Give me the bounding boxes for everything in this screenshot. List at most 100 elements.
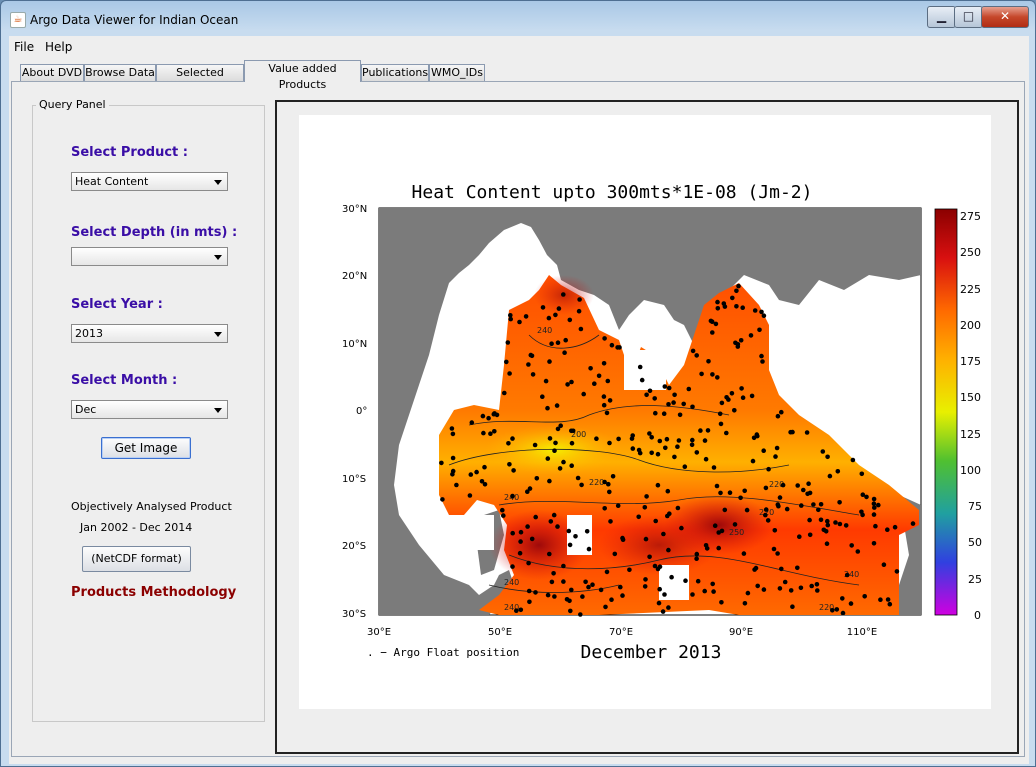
client-area: File Help About DVD Browse Data Selected…: [9, 36, 1029, 764]
select-year-label: Select Year :: [71, 297, 163, 312]
chevron-down-icon: [214, 332, 222, 337]
float-position-dot: [577, 297, 582, 302]
float-position-dot: [835, 469, 841, 474]
float-position-dot: [718, 421, 724, 427]
tab-value-added-products[interactable]: Value added Products: [244, 60, 361, 91]
float-position-dot: [518, 607, 524, 613]
float-position-dot: [760, 359, 765, 364]
float-position-dot: [527, 486, 533, 491]
product-select[interactable]: Heat Content: [71, 172, 228, 191]
float-position-dot: [797, 534, 802, 539]
menu-help[interactable]: Help: [45, 40, 72, 54]
tab-publications[interactable]: Publications: [361, 64, 429, 81]
float-position-dot: [871, 501, 877, 507]
float-position-dot: [694, 353, 699, 358]
float-position-dot: [763, 485, 769, 491]
float-position-dot: [719, 528, 725, 534]
float-position-dot: [777, 495, 783, 500]
float-position-dot: [480, 413, 486, 419]
float-position-dot: [759, 353, 764, 359]
float-position-dot: [579, 482, 584, 488]
float-position-dot: [690, 437, 695, 443]
float-position-dot: [526, 588, 532, 594]
float-position-dot: [840, 610, 846, 616]
tab-browse-data[interactable]: Browse Data: [84, 64, 156, 81]
netcdf-download-button[interactable]: (NetCDF format): [82, 546, 191, 572]
float-position-dot: [672, 392, 677, 398]
float-position-dot: [657, 438, 663, 444]
float-position-dot: [615, 503, 621, 509]
float-position-dot: [694, 556, 699, 561]
float-position-dot: [610, 474, 616, 479]
float-position-dot: [840, 596, 845, 601]
float-position-dot: [833, 520, 838, 525]
float-position-dot: [450, 472, 455, 477]
float-position-dot: [547, 551, 552, 557]
contour-label: 240: [504, 578, 519, 587]
float-position-dot: [655, 451, 661, 457]
maximize-button[interactable]: □: [954, 6, 983, 28]
float-position-dot: [607, 398, 613, 403]
float-position-dot: [721, 301, 727, 306]
float-position-dot: [887, 601, 893, 607]
float-position-dot: [825, 522, 831, 528]
float-position-dot: [510, 436, 515, 441]
colorbar-label: 25: [968, 573, 982, 586]
lon-label: 70°E: [609, 627, 633, 638]
float-position-dot: [765, 518, 771, 523]
float-position-dot: [569, 587, 574, 593]
float-position-dot: [534, 476, 540, 481]
minimize-button[interactable]: ▁: [927, 6, 956, 28]
float-position-dot: [518, 539, 523, 544]
float-position-dot: [527, 599, 532, 605]
float-position-dot: [636, 447, 642, 453]
float-position-dot: [647, 554, 652, 560]
products-methodology-link[interactable]: Products Methodology: [71, 585, 236, 600]
float-position-dot: [528, 352, 534, 358]
float-position-dot: [665, 488, 671, 494]
month-select[interactable]: Dec: [71, 400, 228, 419]
float-position-dot: [657, 586, 662, 592]
lon-label: 90°E: [729, 627, 753, 638]
tab-about-dvd[interactable]: About DVD: [20, 64, 84, 81]
float-position-dot: [454, 482, 459, 488]
float-position-dot: [855, 549, 861, 554]
title-bar[interactable]: ☕ Argo Data Viewer for Indian Ocean ▁ □ …: [1, 1, 1035, 35]
float-position-dot: [732, 522, 738, 527]
menu-file[interactable]: File: [14, 40, 34, 54]
tab-selected-profiles[interactable]: Selected Profiles: [156, 64, 244, 95]
float-position-dot: [816, 507, 821, 513]
float-position-dot: [545, 592, 551, 598]
float-position-dot: [705, 428, 711, 433]
float-position-dot: [594, 436, 599, 442]
depth-select[interactable]: [71, 247, 228, 266]
float-position-dot: [657, 564, 663, 569]
float-position-dot: [517, 319, 522, 325]
close-button[interactable]: ✕: [981, 6, 1029, 28]
year-select[interactable]: 2013: [71, 324, 228, 343]
float-position-dot: [679, 525, 684, 531]
float-position-dot: [761, 313, 767, 318]
status-strip: [9, 758, 1029, 764]
float-position-dot: [661, 531, 666, 537]
float-position-dot: [545, 405, 550, 411]
float-position-dot: [711, 589, 716, 594]
java-app-icon: ☕: [10, 12, 26, 28]
float-position-dot: [561, 563, 566, 569]
float-position-dot: [592, 381, 597, 387]
get-image-button[interactable]: Get Image: [101, 437, 191, 459]
float-position-dot: [727, 490, 733, 496]
float-position-dot: [881, 562, 887, 567]
float-position-dot: [569, 428, 574, 434]
float-position-dot: [744, 507, 750, 513]
float-position-dot: [712, 523, 718, 528]
float-position-dot: [566, 528, 572, 534]
float-position-dot: [814, 582, 820, 587]
float-position-dot: [653, 518, 658, 524]
float-position-dot: [492, 411, 497, 416]
float-position-dot: [468, 472, 474, 477]
float-position-dot: [505, 340, 511, 345]
float-position-dot: [703, 543, 709, 548]
float-position-dot: [580, 594, 585, 599]
tab-wmo-ids[interactable]: WMO_IDs: [429, 64, 485, 81]
